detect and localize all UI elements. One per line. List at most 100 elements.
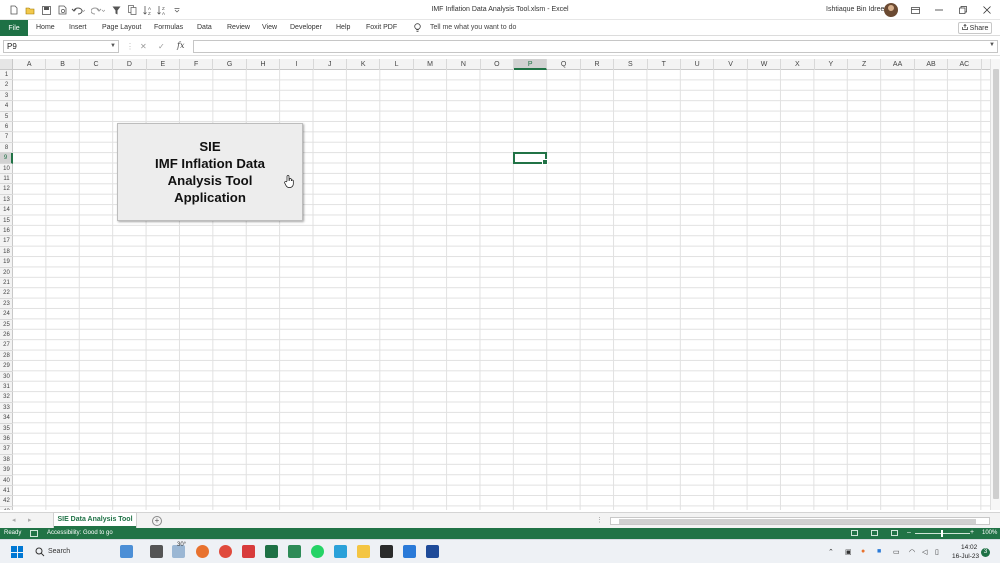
column-header[interactable]: H <box>247 59 281 70</box>
column-header[interactable]: Z <box>848 59 882 70</box>
column-header[interactable]: O <box>481 59 514 70</box>
vertical-scrollbar[interactable] <box>990 59 1000 510</box>
search-icon[interactable] <box>35 547 45 559</box>
row-header[interactable]: 10 <box>0 164 13 174</box>
open-folder-icon[interactable] <box>24 4 36 16</box>
column-header[interactable]: G <box>213 59 247 70</box>
copy-icon[interactable] <box>126 4 138 16</box>
page-break-view-icon[interactable] <box>891 530 898 536</box>
row-header[interactable]: 15 <box>0 216 13 226</box>
chevron-down-icon[interactable]: ▼ <box>110 43 116 49</box>
file-explorer-icon[interactable] <box>357 545 370 558</box>
close-icon[interactable] <box>980 3 994 17</box>
row-header[interactable]: 40 <box>0 476 13 486</box>
row-header[interactable]: 22 <box>0 288 13 299</box>
wifi-icon[interactable]: ◠ <box>909 548 915 556</box>
row-header[interactable]: 13 <box>0 195 13 206</box>
widgets-icon[interactable] <box>120 545 133 558</box>
row-header[interactable]: 38 <box>0 455 13 466</box>
excel-app-icon[interactable] <box>265 545 278 558</box>
column-header[interactable]: J <box>314 59 347 70</box>
row-header[interactable]: 31 <box>0 382 13 393</box>
notification-badge[interactable]: 3 <box>981 548 990 557</box>
column-header[interactable]: A <box>13 59 47 70</box>
photos-app-icon[interactable] <box>403 545 416 558</box>
row-header[interactable]: 21 <box>0 278 13 289</box>
column-header[interactable]: W <box>748 59 782 70</box>
user-name[interactable]: Ishtiaque Bin Idrees <box>826 6 888 13</box>
row-header[interactable]: 27 <box>0 340 13 351</box>
whatsapp-icon[interactable] <box>311 545 324 558</box>
column-header[interactable]: K <box>347 59 381 70</box>
telegram-icon[interactable] <box>334 545 347 558</box>
sort-descending-icon[interactable]: ZA <box>156 4 168 16</box>
row-header[interactable]: 34 <box>0 413 13 424</box>
restore-icon[interactable] <box>956 3 970 17</box>
column-header[interactable]: S <box>614 59 648 70</box>
add-sheet-button[interactable]: + <box>152 516 162 526</box>
clock-date[interactable]: 16-Jul-23 <box>952 553 979 560</box>
share-button[interactable]: Share <box>958 22 992 34</box>
row-header[interactable]: 37 <box>0 444 13 455</box>
column-header[interactable]: F <box>180 59 214 70</box>
zoom-in-icon[interactable]: + <box>970 529 974 536</box>
column-header[interactable]: N <box>447 59 481 70</box>
tab-home[interactable]: Home <box>36 24 55 31</box>
print-preview-icon[interactable] <box>56 4 68 16</box>
ribbon-display-icon[interactable] <box>908 3 922 17</box>
row-header[interactable]: 9 <box>0 153 13 164</box>
new-file-icon[interactable] <box>8 4 20 16</box>
windows-start-icon[interactable] <box>11 546 23 558</box>
row-header[interactable]: 39 <box>0 465 13 476</box>
column-header[interactable]: Y <box>815 59 848 70</box>
row-header[interactable]: 36 <box>0 434 13 445</box>
row-header[interactable]: 14 <box>0 205 13 216</box>
chrome-icon[interactable] <box>219 545 232 558</box>
scroll-tabs-right-icon[interactable]: ▸ <box>28 516 32 524</box>
row-header[interactable]: 41 <box>0 486 13 497</box>
column-header[interactable]: X <box>781 59 815 70</box>
expand-formula-icon[interactable]: ▼ <box>989 42 995 48</box>
select-all-corner[interactable] <box>0 59 13 70</box>
insert-function-button[interactable]: fx <box>177 41 184 50</box>
accessibility-status[interactable]: Accessibility: Good to go <box>47 530 113 536</box>
horizontal-scroll-thumb[interactable] <box>619 519 976 524</box>
tasks-app-icon[interactable] <box>288 545 301 558</box>
row-header[interactable]: 18 <box>0 247 13 258</box>
volume-icon[interactable]: ◁ <box>922 548 927 556</box>
scroll-tabs-left-icon[interactable]: ◂ <box>12 516 16 524</box>
column-header[interactable]: E <box>147 59 180 70</box>
tab-help[interactable]: Help <box>336 24 350 31</box>
task-view-icon[interactable] <box>150 545 163 558</box>
chevron-up-icon[interactable]: ⌃ <box>828 548 834 556</box>
row-header[interactable]: 3 <box>0 91 13 102</box>
column-header[interactable]: M <box>414 59 448 70</box>
zoom-level[interactable]: 100% <box>982 530 997 536</box>
search-app-icon[interactable] <box>196 545 209 558</box>
row-header[interactable]: 6 <box>0 122 13 133</box>
row-header[interactable]: 23 <box>0 299 13 310</box>
undo-icon[interactable] <box>70 4 86 16</box>
snipping-tool-icon[interactable] <box>242 545 255 558</box>
row-header[interactable]: 7 <box>0 132 13 143</box>
column-header[interactable]: I <box>280 59 314 70</box>
row-header[interactable]: 24 <box>0 309 13 320</box>
tab-formulas[interactable]: Formulas <box>154 24 183 31</box>
row-header[interactable]: 28 <box>0 351 13 362</box>
tab-split-handle-icon[interactable]: ⋮ <box>596 516 603 524</box>
column-header[interactable]: U <box>681 59 715 70</box>
zoom-out-icon[interactable]: – <box>907 529 911 536</box>
page-layout-view-icon[interactable] <box>871 530 878 536</box>
column-header[interactable]: T <box>648 59 681 70</box>
column-header[interactable]: D <box>113 59 147 70</box>
column-header[interactable]: V <box>714 59 748 70</box>
row-header[interactable]: 33 <box>0 403 13 414</box>
normal-view-icon[interactable] <box>851 530 858 536</box>
vertical-scroll-thumb[interactable] <box>993 69 999 499</box>
tray-device-icon[interactable]: ▭ <box>893 548 900 556</box>
app-launch-button[interactable]: SIE IMF Inflation Data Analysis Tool App… <box>117 123 303 221</box>
row-header[interactable]: 12 <box>0 184 13 195</box>
row-header[interactable]: 26 <box>0 330 13 341</box>
active-cell-p9[interactable] <box>513 152 548 165</box>
row-header[interactable]: 32 <box>0 392 13 403</box>
